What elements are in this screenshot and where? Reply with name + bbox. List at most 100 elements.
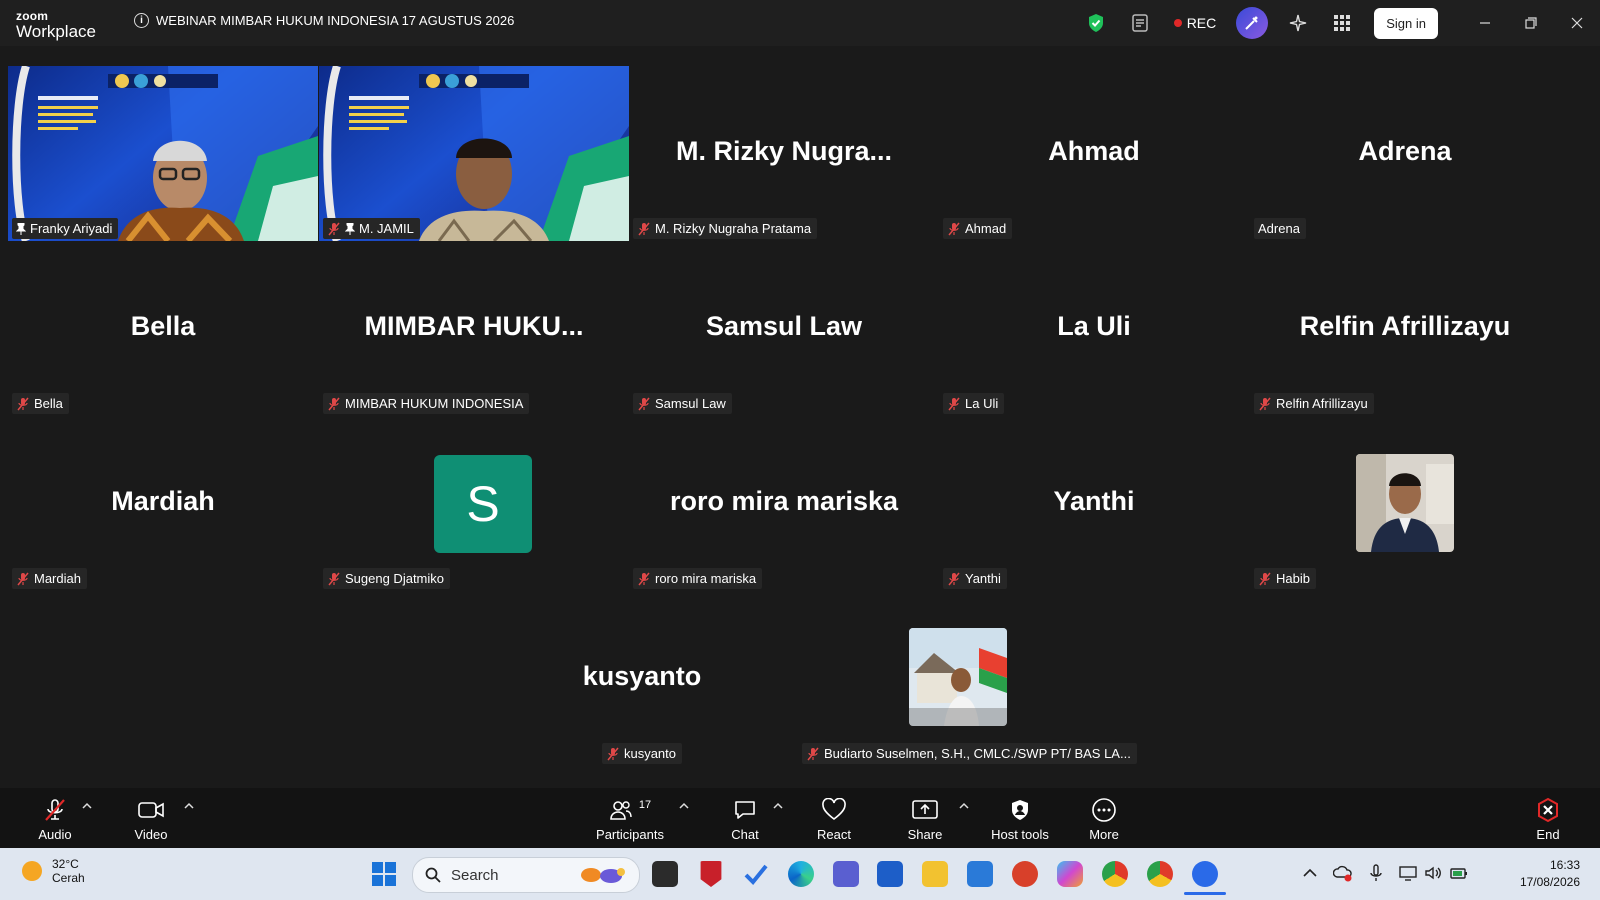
apps-grid-icon[interactable] [1329,10,1355,36]
taskbar-search[interactable]: Search [412,857,640,893]
volume-icon[interactable] [1423,863,1443,883]
search-highlight-icon [581,868,625,883]
mic-tray-icon[interactable] [1366,863,1386,883]
participant-tile[interactable]: Yanthi Yanthi [939,416,1249,591]
security-shield-icon[interactable] [1083,10,1109,36]
weather-widget[interactable]: 32°C Cerah [22,857,85,885]
notes-icon[interactable] [1127,10,1153,36]
rec-label: REC [1186,15,1217,31]
participant-tile[interactable]: kusyanto kusyanto [487,591,797,766]
participant-tile[interactable]: Adrena Adrena [1250,66,1560,241]
windows-taskbar: 32°C Cerah Search 16:33 17/08/2026 [0,848,1600,900]
restore-button[interactable] [1508,0,1554,46]
battery-icon[interactable] [1449,863,1469,883]
word-icon[interactable] [877,861,903,887]
share-button[interactable]: Share [903,788,947,848]
task-view-icon[interactable] [652,861,678,887]
participant-nametag: Yanthi [943,568,1007,589]
edge-browser-icon[interactable] [788,861,814,887]
system-clock[interactable]: 16:33 17/08/2026 [1520,857,1580,891]
teams-icon[interactable] [833,861,859,887]
participant-name: Bella [34,396,63,411]
meeting-info[interactable]: i WEBINAR MIMBAR HUKUM INDONESIA 17 AGUS… [134,13,514,28]
end-meeting-button[interactable]: End [1530,788,1566,848]
powerpoint-icon[interactable] [1012,861,1038,887]
info-icon[interactable]: i [134,13,149,28]
participants-button[interactable]: 17 Participants [590,788,670,848]
participant-tile[interactable]: Samsul Law Samsul Law [629,241,939,416]
participants-label: Participants [596,827,664,842]
participant-name: Budiarto Suselmen, S.H., CMLC./SWP PT/ B… [824,746,1131,761]
share-options-caret-icon[interactable] [959,802,969,810]
mic-muted-icon [328,222,340,235]
onedrive-icon[interactable] [1333,863,1353,883]
file-explorer-icon[interactable] [922,861,948,887]
network-icon[interactable] [1398,863,1418,883]
audio-button[interactable]: Audio [30,788,80,848]
mic-muted-icon [1259,572,1271,585]
participant-name: Franky Ariyadi [30,221,113,236]
sun-icon [22,861,42,881]
participant-tile-franky[interactable]: Franky Ariyadi [8,66,318,241]
participant-nametag: Ahmad [943,218,1013,239]
video-options-caret-icon[interactable] [184,802,194,810]
participant-tile[interactable]: S Sugeng Djatmiko [319,416,629,591]
chrome-profile-icon[interactable] [1147,861,1173,887]
todo-check-icon[interactable] [743,861,769,887]
tray-overflow-chevron-icon[interactable] [1300,863,1320,883]
notepad-icon[interactable] [967,861,993,887]
mic-muted-icon [607,747,619,760]
ai-companion-button[interactable] [1236,7,1269,39]
mic-muted-icon [328,397,340,410]
copilot-icon[interactable] [1057,861,1083,887]
participant-display-name: MIMBAR HUKU... [364,311,584,341]
participant-nametag: Sugeng Djatmiko [323,568,450,589]
participant-nametag: roro mira mariska [633,568,763,589]
participant-tile[interactable]: Budiarto Suselmen, S.H., CMLC./SWP PT/ B… [802,591,1137,766]
mcafee-icon[interactable] [700,861,722,887]
host-shield-icon [1012,800,1028,820]
zoom-app-icon[interactable] [1192,861,1218,887]
close-button[interactable] [1554,0,1600,46]
participant-tile[interactable]: M. Rizky Nugra... M. Rizky Nugraha Prata… [629,66,939,241]
participant-name: Samsul Law [655,396,726,411]
chrome-icon[interactable] [1102,861,1128,887]
start-button[interactable] [372,862,396,891]
participant-tile[interactable]: Bella Bella [8,241,318,416]
mic-muted-icon [17,397,29,410]
mic-muted-icon [948,397,960,410]
participant-nametag: Budiarto Suselmen, S.H., CMLC./SWP PT/ B… [802,743,1137,764]
chat-options-caret-icon[interactable] [773,802,783,810]
participant-tile[interactable]: La Uli La Uli [939,241,1249,416]
participant-tile[interactable]: Relfin Afrillizayu Relfin Afrillizayu [1250,241,1560,416]
microphone-muted-icon [45,799,65,821]
participant-display-name: roro mira mariska [669,486,899,516]
participant-tile-jamil[interactable]: M. JAMIL [319,66,629,241]
participant-tile[interactable]: Habib [1250,416,1560,591]
mic-muted-icon [1259,397,1271,410]
participants-options-caret-icon[interactable] [679,802,689,810]
participant-tile[interactable]: roro mira mariska roro mira mariska [629,416,939,591]
participant-display-name: M. Rizky Nugra... [675,136,893,166]
audio-options-caret-icon[interactable] [82,802,92,810]
logo-workplace-text: Workplace [16,22,96,41]
host-tools-button[interactable]: Host tools [988,788,1052,848]
pin-icon [16,222,26,235]
more-button[interactable]: More [1084,788,1124,848]
participant-tile[interactable]: Ahmad Ahmad [939,66,1249,241]
share-label: Share [907,827,943,842]
participant-name: Sugeng Djatmiko [345,571,444,586]
participant-tile[interactable]: Mardiah Mardiah [8,416,318,591]
react-label: React [817,827,851,842]
audio-label: Audio [38,827,72,842]
sparkle-icon[interactable] [1285,10,1311,36]
recording-indicator[interactable]: REC [1173,15,1217,31]
minimize-button[interactable] [1462,0,1508,46]
chat-button[interactable]: Chat [725,788,765,848]
react-button[interactable]: React [812,788,856,848]
sign-in-button[interactable]: Sign in [1374,7,1438,39]
mic-muted-icon [328,572,340,585]
participant-tile[interactable]: MIMBAR HUKU... MIMBAR HUKUM INDONESIA [319,241,629,416]
video-button[interactable]: Video [125,788,177,848]
pin-icon [345,222,355,235]
